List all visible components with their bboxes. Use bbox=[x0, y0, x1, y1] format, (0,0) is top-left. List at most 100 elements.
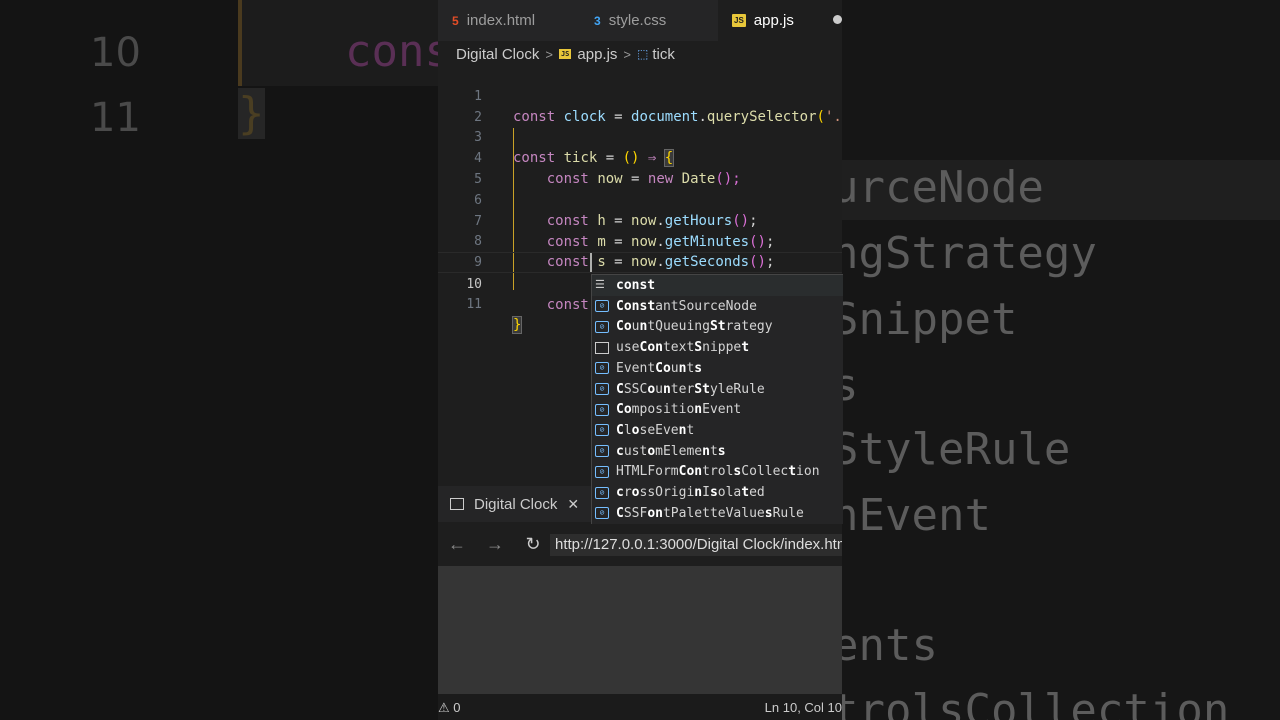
autocomplete-label: CompositionEvent bbox=[616, 402, 742, 418]
autocomplete-label: useContextSnippet bbox=[616, 340, 750, 356]
bg-word: ents bbox=[842, 620, 938, 671]
status-bar: ⚠ 0 Ln 10, Col 10 bbox=[438, 694, 842, 720]
text-cursor bbox=[590, 253, 592, 272]
autocomplete-label: const bbox=[616, 278, 656, 293]
autocomplete-item[interactable]: ⊘ CSSFontPaletteValuesRule bbox=[592, 503, 843, 524]
autocomplete-label: EventCounts bbox=[616, 360, 703, 376]
code-line[interactable]: 8 const s = now.getSeconds(); bbox=[438, 210, 842, 270]
bg-word: s bbox=[842, 360, 859, 411]
autocomplete-item[interactable]: ⊘ CountQueuingStrategy bbox=[592, 316, 843, 337]
breadcrumb-symbol[interactable]: tick bbox=[652, 46, 675, 63]
breadcrumb-file[interactable]: app.js bbox=[577, 46, 617, 63]
background-left: 10 11 cons } bbox=[0, 0, 438, 720]
bg-guide bbox=[238, 0, 242, 86]
close-icon[interactable]: ✕ bbox=[567, 496, 579, 513]
code-line[interactable]: 2 bbox=[438, 86, 842, 125]
line-number: 11 bbox=[466, 297, 482, 312]
preview-tab[interactable]: Digital Clock ✕ bbox=[438, 486, 591, 522]
bg-word: Snippet bbox=[842, 294, 1018, 345]
tab-index-html[interactable]: 5 index.html bbox=[452, 0, 578, 41]
reload-icon[interactable]: ↻ bbox=[514, 534, 552, 555]
autocomplete-label: CountQueuingStrategy bbox=[616, 319, 773, 335]
autocomplete-item[interactable]: ⊘ HTMLFormControlsCollection bbox=[592, 461, 843, 482]
bg-code: cons bbox=[345, 26, 438, 77]
autocomplete-item[interactable]: ☰ const bbox=[592, 275, 843, 296]
variable-icon: ⊘ bbox=[595, 465, 609, 478]
autocomplete-item[interactable]: ⊘ EventCounts bbox=[592, 358, 843, 379]
tab-style-css[interactable]: 3 style.css bbox=[594, 0, 714, 41]
bg-line-number: 11 bbox=[90, 95, 141, 141]
code-line[interactable]: 5 bbox=[438, 148, 842, 187]
tab-label: index.html bbox=[466, 12, 536, 29]
function-symbol-icon: ⬚ bbox=[637, 47, 649, 61]
bg-word: StyleRule bbox=[842, 424, 1071, 475]
code-line[interactable]: 4 const now = new Date(); bbox=[438, 127, 842, 187]
variable-icon: ⊘ bbox=[595, 486, 609, 499]
variable-icon: ⊘ bbox=[595, 445, 609, 458]
tab-label: style.css bbox=[608, 12, 667, 29]
chevron-right-icon: > bbox=[545, 46, 553, 62]
breadcrumb-folder[interactable]: Digital Clock bbox=[456, 46, 539, 63]
unsaved-dot-icon[interactable] bbox=[833, 15, 842, 24]
bg-brace: } bbox=[238, 88, 265, 139]
autocomplete-item[interactable]: useContextSnippet bbox=[592, 337, 843, 358]
editor-tabs: 5 index.html 3 style.css JS app.js bbox=[438, 0, 842, 41]
autocomplete-item[interactable]: ⊘ CSSCounterStyleRule bbox=[592, 379, 843, 400]
token-bracket: } bbox=[511, 316, 523, 334]
keyword-icon: ☰ bbox=[595, 277, 605, 291]
autocomplete-list: ☰ const ⊘ ConstantSourceNode ⊘ CountQueuingSt… bbox=[591, 274, 843, 524]
bg-word: nEvent bbox=[842, 490, 991, 541]
snippet-icon bbox=[595, 341, 609, 354]
preview-tab-label: Digital Clock bbox=[474, 495, 558, 513]
problems-count: 0 bbox=[453, 700, 461, 715]
variable-icon: ⊘ bbox=[595, 300, 609, 313]
autocomplete-item[interactable]: ⊘ CloseEvent bbox=[592, 420, 843, 441]
forward-arrow-icon[interactable]: → bbox=[476, 534, 514, 555]
html5-icon: 5 bbox=[452, 13, 459, 28]
css-icon: 3 bbox=[594, 13, 601, 28]
preview-page[interactable] bbox=[438, 566, 842, 694]
bg-word: urceNode bbox=[842, 162, 1044, 213]
code-line[interactable]: 9 bbox=[438, 231, 842, 270]
autocomplete-label: CSSCounterStyleRule bbox=[616, 381, 765, 397]
code-line[interactable]: 3 const tick = () ⇒ { bbox=[438, 106, 842, 167]
autocomplete-item[interactable]: ⊘ crossOriginIsolated bbox=[592, 482, 843, 503]
background-right: urceNode ngStrategy Snippet s StyleRule … bbox=[842, 0, 1280, 720]
autocomplete-item[interactable]: ⊘ customElements bbox=[592, 441, 843, 462]
code-line[interactable]: 1 const clock = document.querySelector('… bbox=[438, 65, 842, 125]
autocomplete-label: CSSFontPaletteValuesRule bbox=[616, 505, 804, 521]
tab-label: app.js bbox=[753, 11, 794, 29]
url-input[interactable]: http://127.0.0.1:3000/Digital Clock/inde… bbox=[550, 534, 842, 556]
code-line[interactable]: 6 const h = now.getHours(); bbox=[438, 169, 842, 229]
autocomplete-item[interactable]: ⊘ CompositionEvent bbox=[592, 399, 843, 420]
bg-word: ngStrategy bbox=[842, 228, 1097, 279]
cursor-position[interactable]: Ln 10, Col 10 bbox=[765, 700, 842, 715]
autocomplete-label: ConstantSourceNode bbox=[616, 298, 757, 314]
variable-icon: ⊘ bbox=[595, 507, 609, 520]
token-keyword: const bbox=[546, 297, 589, 313]
autocomplete-label: CloseEvent bbox=[616, 422, 695, 438]
code-line[interactable]: 7 const m = now.getMinutes(); bbox=[438, 190, 842, 250]
variable-icon: ⊘ bbox=[595, 403, 609, 416]
browser-toolbar: ← → ↻ http://127.0.0.1:3000/Digital Cloc… bbox=[438, 522, 842, 566]
autocomplete-label: crossOriginIsolated bbox=[616, 485, 765, 500]
bg-line-number: 10 bbox=[90, 30, 141, 76]
back-arrow-icon[interactable]: ← bbox=[438, 534, 476, 555]
tab-app-js[interactable]: JS app.js bbox=[718, 0, 842, 41]
code-line-current[interactable]: 10 const bbox=[438, 252, 842, 313]
variable-icon: ⊘ bbox=[595, 383, 609, 395]
js-icon: JS bbox=[732, 13, 746, 27]
bg-word: trolsCollection bbox=[842, 685, 1230, 720]
warning-icon: ⚠ bbox=[438, 700, 450, 715]
breadcrumb: Digital Clock > JS app.js > ⬚ tick bbox=[456, 44, 675, 64]
chevron-right-icon: > bbox=[623, 46, 632, 62]
js-icon: JS bbox=[558, 49, 572, 59]
autocomplete-label: HTMLFormControlsCollection bbox=[616, 464, 820, 480]
variable-icon: ⊘ bbox=[595, 320, 609, 333]
autocomplete-label: customElements bbox=[616, 443, 726, 459]
variable-icon: ⊘ bbox=[595, 362, 609, 375]
variable-icon: ⊘ bbox=[595, 424, 609, 437]
browser-icon bbox=[450, 498, 464, 510]
problems-indicator[interactable]: ⚠ 0 bbox=[438, 700, 461, 716]
autocomplete-item[interactable]: ⊘ ConstantSourceNode bbox=[592, 296, 843, 317]
